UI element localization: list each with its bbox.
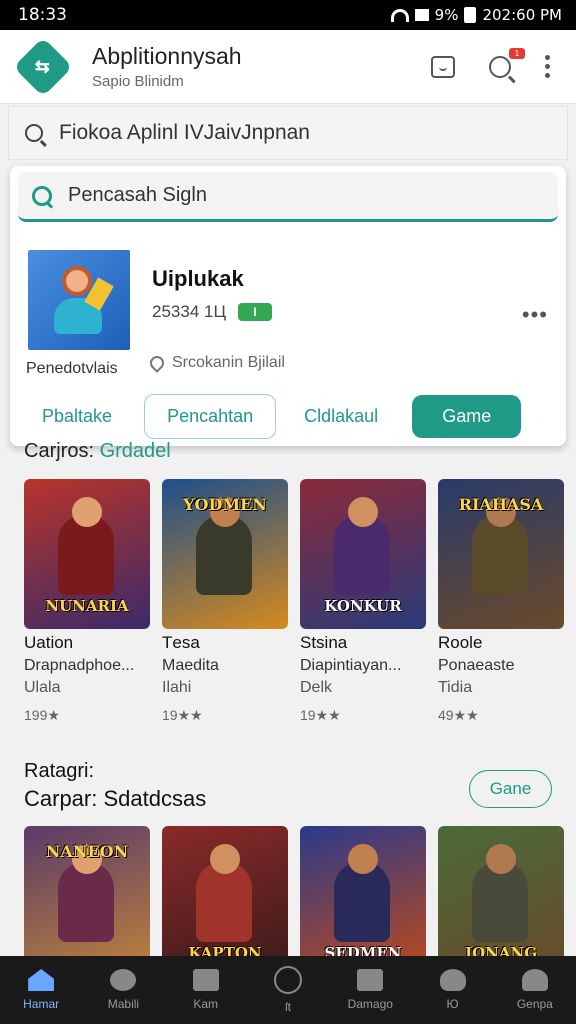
location-row: Srcokanin Bjilail (147, 353, 285, 373)
game-icon (439, 969, 466, 991)
target-icon (273, 966, 302, 994)
game-category: Ulala (24, 679, 61, 696)
game-art: RIAHASA (438, 479, 564, 629)
more-options-icon[interactable]: ••• (522, 302, 548, 328)
home-icon (28, 969, 55, 991)
image-icon (357, 969, 384, 991)
status-badge: I (238, 303, 273, 321)
game-art: SEDMEN (300, 826, 426, 976)
app-title: Abplitionnysah (92, 43, 242, 69)
battery-icon (464, 7, 477, 23)
games-row-1: NUNARIA Uation Drapnadphoe... Ulala 199★… (24, 479, 564, 724)
game-title: Tеsa (162, 633, 200, 652)
search-notification-icon[interactable]: 1 (489, 47, 525, 78)
game-developer: Drapnadphoe... (24, 657, 135, 674)
search-input[interactable]: Fiokoa Aplinl IVJaivJnpnan (59, 121, 310, 145)
app-thumbnail[interactable] (28, 250, 130, 350)
card-search-field[interactable]: Pencasah Sigln (18, 172, 558, 222)
game-card[interactable]: YODMEN Tеsa Maedita Ilahi 19★★ (162, 479, 288, 724)
game-art: JONANG (438, 826, 564, 976)
game-art: YODMEN (162, 479, 288, 629)
game-art: NANEON (24, 826, 150, 976)
action-outline-button[interactable]: Pencahtan (144, 393, 277, 439)
location-pin-icon (147, 353, 167, 373)
status-indicators: 9% 202:60 PM (390, 6, 562, 24)
nav-item-news[interactable]: Kam (165, 956, 247, 1024)
card-actions: Pbaltake Pencahtan Cldlakaul Game (10, 392, 566, 440)
games-row-2: NANEON KAPTON SEDMEN JONANG (24, 826, 564, 976)
app-name: Uiplukak (152, 266, 244, 291)
notification-badge: 1 (509, 47, 525, 59)
nav-item-chat[interactable]: Mabili (82, 956, 164, 1024)
game-card[interactable]: NUNARIA Uation Drapnadphoe... Ulala 199★ (24, 479, 150, 724)
game-category: Delk (300, 679, 333, 696)
chat-icon (110, 969, 137, 991)
search-icon (32, 185, 52, 206)
section-game-button[interactable]: Gane (469, 770, 552, 808)
game-developer: Maedita (162, 657, 219, 674)
status-time: 18:33 (18, 5, 67, 25)
app-subtitle: Sapio Blinidm (92, 73, 184, 90)
game-category: Ilahi (162, 679, 192, 696)
game-title: Stsina (300, 633, 348, 652)
game-developer: Ponaeaste (438, 657, 515, 674)
wifi-icon (390, 8, 409, 22)
game-rating: 19★★ (300, 707, 341, 723)
signal-icon (414, 9, 429, 21)
app-detail-card: Pencasah Sigln Penedotvlais Uiplukak 253… (10, 166, 566, 446)
bottom-navigation: Hamar Mabili Kam ſt Damago Ю Genpa (0, 956, 576, 1024)
game-title: Uation (24, 633, 74, 652)
section-title-2: Ratagri: (24, 760, 95, 782)
game-card[interactable]: NANEON (24, 826, 150, 976)
action-link-1[interactable]: Pbaltake (42, 406, 112, 427)
game-art: NUNARIA (24, 479, 150, 629)
overflow-menu-icon[interactable] (545, 55, 550, 78)
thumbnail-caption: Penedotvlais (26, 360, 118, 377)
game-rating: 49★★ (438, 707, 479, 723)
game-developer: Diapintiayan... (300, 657, 402, 674)
app-logo-icon: ⇆ (13, 36, 73, 97)
game-rating: 19★★ (162, 707, 203, 723)
person-icon (521, 969, 548, 991)
section-subtitle-2: Carpar: Sdatdcsas (24, 786, 207, 811)
status-bar: 18:33 9% 202:60 PM (0, 0, 576, 30)
section-title-categories: Carjros: Grdadel (24, 440, 171, 462)
game-category: Tidia (438, 679, 473, 696)
feedback-icon[interactable] (431, 55, 455, 78)
game-card[interactable]: KONKUR Stsina Diapintiayan... Delk 19★★ (300, 479, 426, 724)
game-button[interactable]: Game (412, 394, 522, 438)
game-art: KONKUR (300, 479, 426, 629)
app-bar: ⇆ Abplitionnysah Sapio Blinidm 1 (0, 30, 576, 104)
nav-item-target[interactable]: ſt (247, 956, 329, 1024)
news-icon (192, 969, 219, 991)
game-art: KAPTON (162, 826, 288, 976)
battery-percent: 9% (434, 6, 459, 24)
game-title: Roole (438, 633, 483, 652)
search-bar[interactable]: Fiokoa Aplinl IVJaivJnpnan (8, 106, 568, 160)
game-rating: 199★ (24, 707, 60, 723)
game-card[interactable]: KAPTON (162, 826, 288, 976)
nav-item-image[interactable]: Damago (329, 956, 411, 1024)
action-link-2[interactable]: Cldlakaul (304, 406, 378, 427)
search-icon (25, 124, 43, 142)
status-clock: 202:60 PM (482, 6, 562, 24)
nav-item-profile[interactable]: Genpa (494, 956, 576, 1024)
app-meta: 25334 1Ц I (152, 302, 273, 322)
nav-item-game[interactable]: Ю (411, 956, 493, 1024)
game-card[interactable]: RIAHASA Roole Ponaeaste Tidia 49★★ (438, 479, 564, 724)
game-card[interactable]: SEDMEN (300, 826, 426, 976)
game-card[interactable]: JONANG (438, 826, 564, 976)
nav-item-home[interactable]: Hamar (0, 956, 82, 1024)
